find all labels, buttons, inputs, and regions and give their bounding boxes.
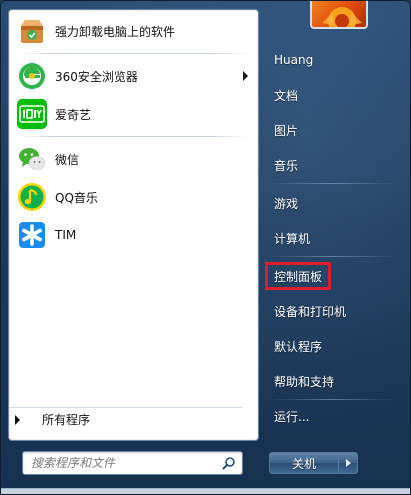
divider: [19, 136, 248, 137]
search-input[interactable]: [23, 452, 218, 474]
program-label: QQ音乐: [55, 190, 98, 205]
start-menu: 强力卸载电脑上的软件 360安全浏览器 爱奇艺 微信 QQ音乐 TIM 所有程序…: [0, 0, 411, 495]
search-icon[interactable]: [222, 456, 236, 470]
search-box[interactable]: [22, 451, 243, 475]
taskbar-edge: [1, 488, 410, 494]
expand-triangle-icon: [15, 414, 20, 425]
right-item-help-support[interactable]: 帮助和支持: [263, 367, 403, 395]
tim-icon: [17, 220, 47, 250]
divider: [19, 53, 248, 54]
submenu-arrow-icon[interactable]: [243, 71, 248, 81]
default-programs-label: 默认程序: [274, 339, 323, 354]
iqiyi-icon: [17, 99, 47, 129]
help-support-label: 帮助和支持: [274, 374, 335, 389]
right-item-pictures[interactable]: 图片: [263, 116, 403, 144]
qq-music-icon: [17, 182, 47, 212]
program-label: 微信: [55, 152, 80, 167]
right-item-documents[interactable]: 文档: [263, 81, 403, 109]
divider: [269, 399, 395, 400]
music-label: 音乐: [274, 158, 299, 173]
program-item-wechat[interactable]: 微信: [9, 140, 258, 178]
run-label: 运行...: [274, 409, 310, 424]
chevron-right-icon: [345, 459, 351, 467]
devices-printers-label: 设备和打印机: [274, 304, 347, 319]
programs-panel: 强力卸载电脑上的软件 360安全浏览器 爱奇艺 微信 QQ音乐 TIM: [8, 9, 259, 441]
uninstall-box-icon: [17, 16, 47, 46]
right-item-default-programs[interactable]: 默认程序: [263, 332, 403, 360]
flower-picture-icon: [322, 7, 362, 27]
program-item-tim[interactable]: TIM: [9, 216, 258, 254]
documents-label: 文档: [274, 88, 299, 103]
shutdown-options-button[interactable]: [338, 452, 358, 474]
program-item-360-browser[interactable]: 360安全浏览器: [9, 57, 258, 95]
pictures-label: 图片: [274, 123, 299, 138]
program-label: 强力卸载电脑上的软件: [55, 24, 176, 39]
program-label: TIM: [55, 228, 77, 242]
program-label: 爱奇艺: [55, 107, 92, 122]
divider: [269, 183, 395, 184]
computer-label: 计算机: [274, 231, 311, 246]
right-item-devices-printers[interactable]: 设备和打印机: [263, 297, 403, 325]
user-name-label: Huang: [274, 53, 314, 67]
wechat-icon: [17, 144, 47, 174]
program-item-iqiyi[interactable]: 爱奇艺: [9, 95, 258, 133]
right-item-games[interactable]: 游戏: [263, 189, 403, 217]
control-panel-highlight: [265, 262, 331, 290]
program-label: 360安全浏览器: [55, 69, 138, 84]
user-avatar[interactable]: [310, 1, 368, 29]
divider: [269, 256, 395, 257]
360-browser-icon: [17, 61, 47, 91]
all-programs-button[interactable]: 所有程序: [9, 407, 242, 431]
pinned-programs-list: 强力卸载电脑上的软件 360安全浏览器 爱奇艺 微信 QQ音乐 TIM: [9, 12, 258, 254]
games-label: 游戏: [274, 196, 299, 211]
program-item-uninstall[interactable]: 强力卸载电脑上的软件: [9, 12, 258, 50]
all-programs-label: 所有程序: [42, 413, 91, 427]
right-item-computer[interactable]: 计算机: [263, 224, 403, 252]
shutdown-button[interactable]: 关机: [269, 452, 339, 474]
shutdown-label: 关机: [291, 456, 316, 471]
right-item-user[interactable]: Huang: [263, 46, 403, 74]
right-item-run[interactable]: 运行...: [263, 402, 403, 430]
program-item-qq-music[interactable]: QQ音乐: [9, 178, 258, 216]
right-item-music[interactable]: 音乐: [263, 151, 403, 179]
